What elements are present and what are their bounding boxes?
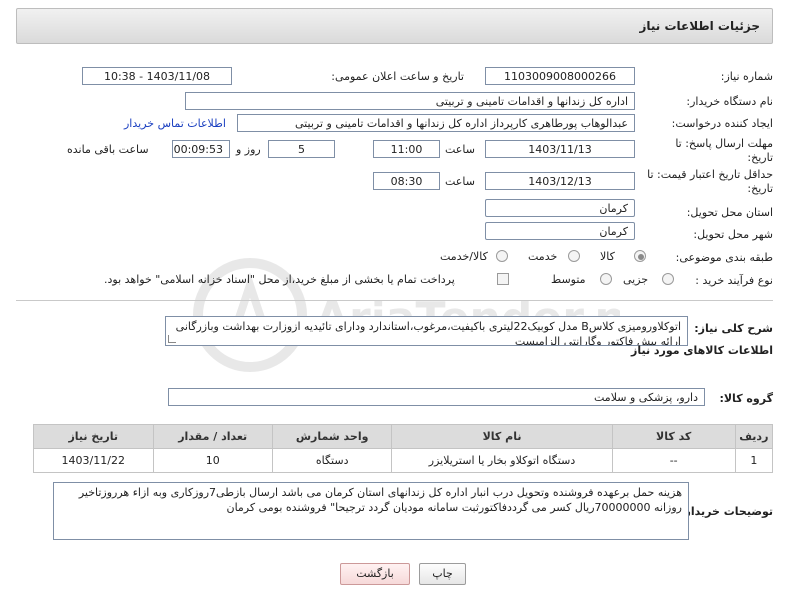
category-radio-goods-service[interactable]: [496, 250, 508, 262]
col-header-quantity: تعداد / مقدار: [152, 424, 273, 449]
goods-table-header-row: ردیف کد کالا نام کالا واحد شمارش تعداد /…: [33, 424, 774, 449]
purchase-radio-minor[interactable]: [662, 273, 674, 285]
validity-hour-label: ساعت: [445, 175, 475, 188]
back-button[interactable]: بازگشت: [340, 563, 410, 585]
page-title: جزئیات اطلاعات نیاز: [639, 19, 760, 33]
treasury-payment-label: پرداخت تمام یا بخشی از مبلغ خرید،از محل …: [104, 273, 455, 286]
page-header: جزئیات اطلاعات نیاز: [16, 8, 773, 44]
reply-time-field: 11:00: [373, 140, 440, 158]
requester-field: عبدالوهاب پورطاهری کارپرداز اداره کل زند…: [237, 114, 635, 132]
need-description-label: شرح کلی نیاز:: [694, 322, 773, 335]
cell-row-num: 1: [734, 448, 774, 473]
buyer-notes-label: توضیحات خریدار:: [680, 505, 773, 518]
col-header-row-num: ردیف: [734, 424, 774, 449]
reply-days-label: روز و: [236, 143, 261, 156]
col-header-goods-code: کد کالا: [611, 424, 736, 449]
need-number-field: 1103009008000266: [485, 67, 635, 85]
goods-info-heading: اطلاعات کالاهای مورد نیاز: [631, 344, 773, 357]
purchase-option-medium: متوسط: [551, 273, 586, 286]
province-field: کرمان: [485, 199, 635, 217]
reply-remaining-field: 00:09:53: [172, 140, 230, 158]
buyer-contact-link[interactable]: اطلاعات تماس خریدار: [124, 117, 226, 130]
buyer-notes-value: هزینه حمل برعهده فروشنده وتحویل درب انبا…: [78, 486, 682, 514]
city-label: شهر محل تحویل:: [693, 228, 773, 241]
province-label: استان محل تحویل:: [686, 206, 773, 219]
category-option-goods: کالا: [600, 250, 615, 263]
goods-table: ردیف کد کالا نام کالا واحد شمارش تعداد /…: [33, 424, 774, 473]
purchase-radio-medium[interactable]: [600, 273, 612, 285]
requester-label: ایجاد کننده درخواست:: [671, 117, 773, 130]
price-validity-label: حداقل تاریخ اعتبار قیمت: تا: [647, 168, 773, 181]
section-divider: [16, 300, 773, 301]
cell-goods-code: --: [611, 448, 736, 473]
reply-days-field: 5: [268, 140, 335, 158]
col-header-need-date: تاریخ نیاز: [33, 424, 154, 449]
category-option-goods-service: کالا/خدمت: [440, 250, 488, 263]
category-radio-service[interactable]: [568, 250, 580, 262]
buyer-org-field: اداره کل زندانها و اقدامات تامینی و تربی…: [185, 92, 635, 110]
cell-goods-name: دستگاه اتوکلاو بخار یا استریلایزر: [391, 448, 613, 473]
goods-group-field: دارو، پزشکی و سلامت: [168, 388, 705, 406]
category-radio-goods[interactable]: [634, 250, 646, 262]
need-description-value: اتوکلاورومیزی کلاسB مدل کوبیک22لیتری باک…: [175, 320, 681, 346]
col-header-goods-name: نام کالا: [391, 424, 613, 449]
treasury-payment-checkbox[interactable]: [497, 273, 509, 285]
need-number-label: شماره نیاز:: [720, 70, 773, 83]
category-option-service: خدمت: [528, 250, 558, 263]
print-button[interactable]: چاپ: [419, 563, 466, 585]
need-description-text: اتوکلاورومیزی کلاسB مدل کوبیک22لیتری باک…: [165, 316, 688, 346]
reply-deadline-label: مهلت ارسال پاسخ: تا: [675, 137, 773, 150]
cell-need-date: 1403/11/22: [33, 448, 154, 473]
validity-date-field: 1403/12/13: [485, 172, 635, 190]
reply-hour-label: ساعت: [445, 143, 475, 156]
announce-datetime-label: تاریخ و ساعت اعلان عمومی:: [331, 70, 464, 83]
cell-unit: دستگاه: [271, 448, 393, 473]
resize-grip-icon[interactable]: [168, 335, 176, 343]
cell-quantity: 10: [152, 448, 273, 473]
category-label: طبقه بندی موضوعی:: [675, 251, 773, 264]
buyer-notes-text: هزینه حمل برعهده فروشنده وتحویل درب انبا…: [53, 482, 689, 540]
announce-datetime-field: 1403/11/08 - 10:38: [82, 67, 232, 85]
price-validity-label-2: تاریخ:: [747, 182, 773, 195]
goods-group-label: گروه کالا:: [719, 392, 773, 405]
reply-date-field: 1403/11/13: [485, 140, 635, 158]
purchase-type-label: نوع فرآیند خرید :: [695, 274, 773, 287]
table-row: 1 -- دستگاه اتوکلاو بخار یا استریلایزر د…: [33, 448, 774, 473]
col-header-unit: واحد شمارش: [271, 424, 393, 449]
remaining-time-label: ساعت باقی مانده: [67, 143, 149, 156]
buyer-org-label: نام دستگاه خریدار:: [686, 95, 773, 108]
validity-time-field: 08:30: [373, 172, 440, 190]
reply-deadline-label-2: تاریخ:: [747, 151, 773, 164]
city-field: کرمان: [485, 222, 635, 240]
purchase-option-minor: جزیی: [623, 273, 649, 286]
